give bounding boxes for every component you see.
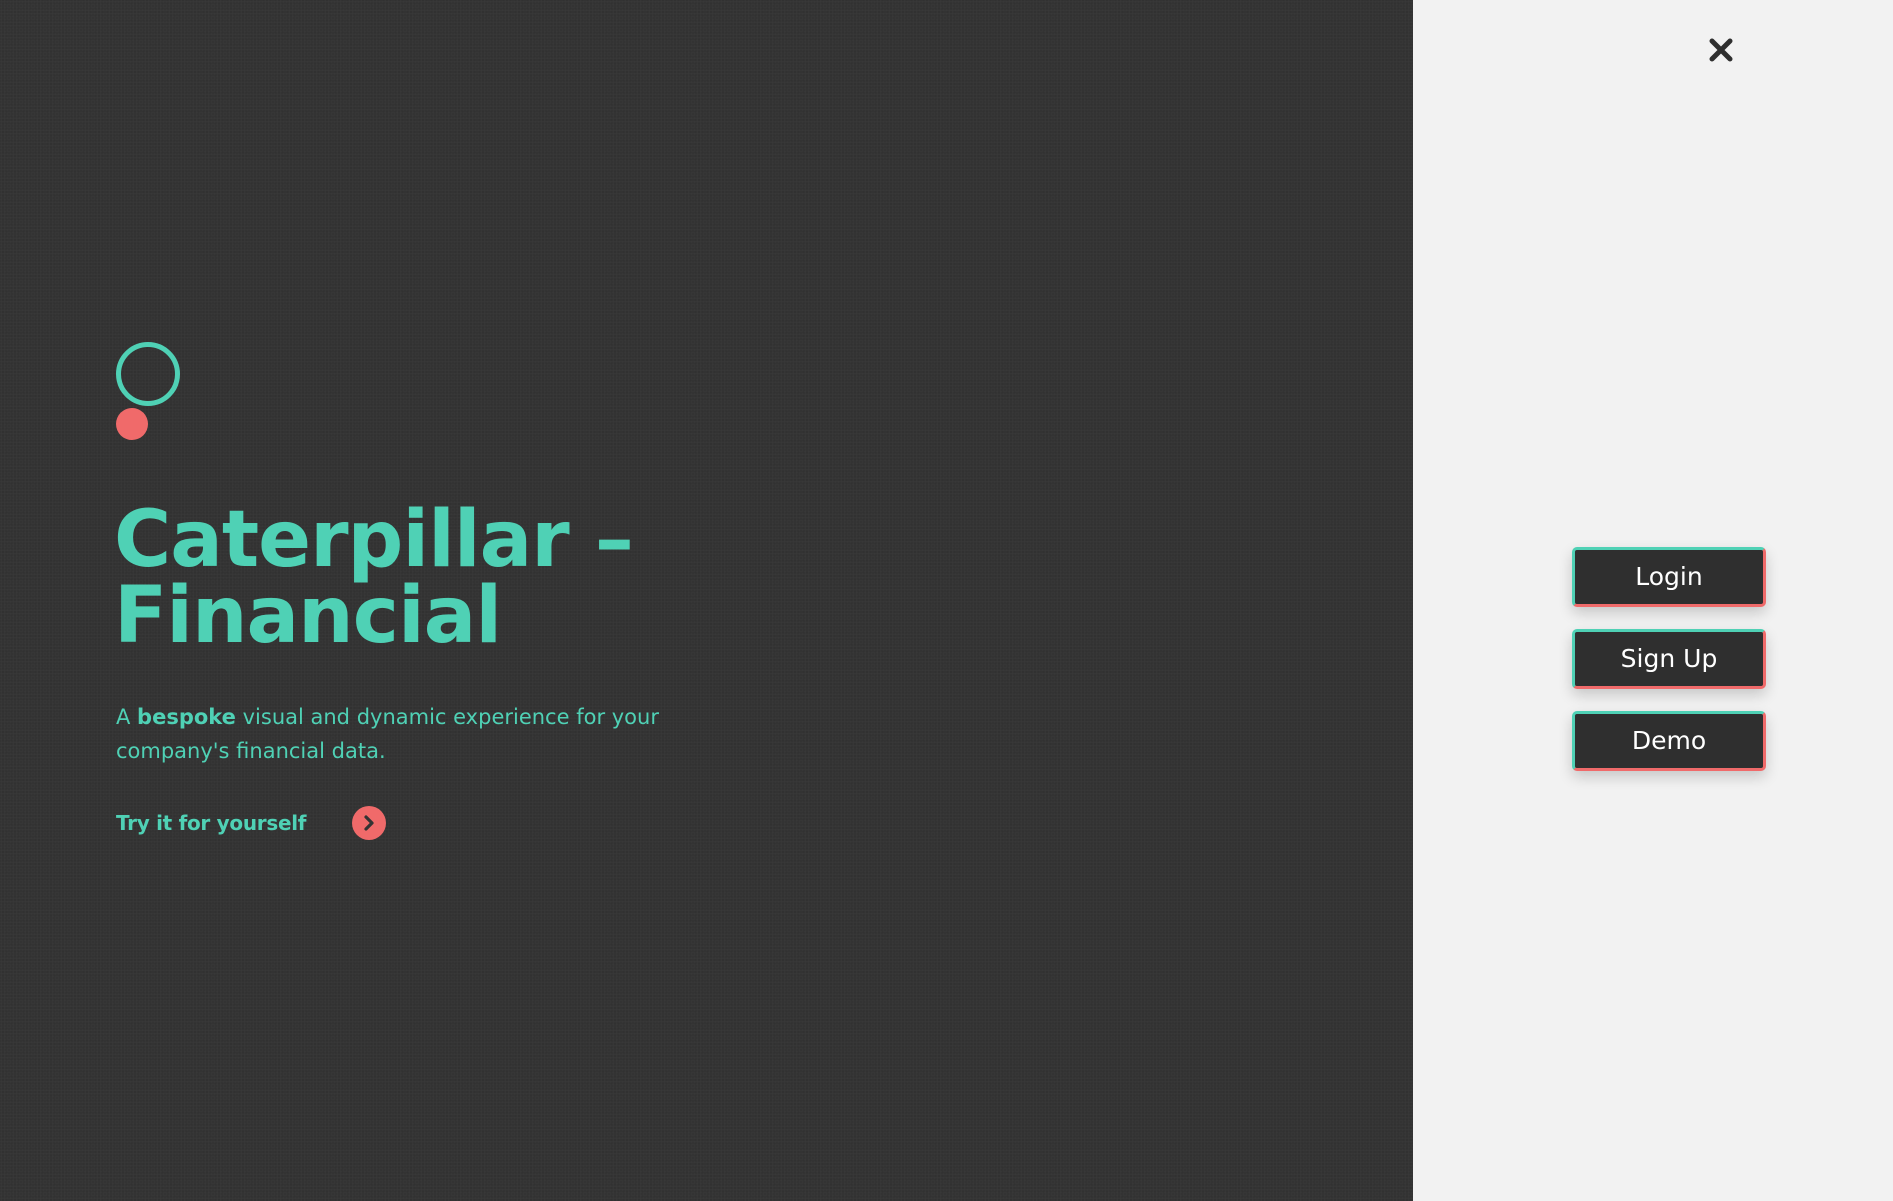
hero-subtitle-prefix: A [116, 705, 138, 729]
close-icon[interactable] [1708, 37, 1734, 63]
logo [116, 342, 182, 442]
side-menu-panel: Login Sign Up Demo [1413, 0, 1893, 1201]
logo-ring-icon [116, 342, 180, 406]
hero-title-line-2: Financial [114, 571, 502, 661]
sign-up-button[interactable]: Sign Up [1572, 629, 1766, 689]
logo-dot-icon [116, 408, 148, 440]
chevron-right-circle-icon[interactable] [352, 806, 387, 840]
demo-button[interactable]: Demo [1572, 711, 1766, 771]
try-it-link[interactable]: Try it for yourself [116, 806, 387, 840]
hero-subtitle-bold: bespoke [137, 705, 236, 729]
hero-title: Caterpillar – Financial [114, 501, 814, 655]
close-button[interactable] [1701, 30, 1741, 70]
hero-subtitle: A bespoke visual and dynamic experience … [116, 700, 676, 768]
try-it-label[interactable]: Try it for yourself [116, 811, 306, 835]
page: Caterpillar – Financial A bespoke visual… [0, 0, 1893, 1201]
chevron-right-icon [364, 815, 374, 831]
login-button[interactable]: Login [1572, 547, 1766, 607]
hero-section: Caterpillar – Financial A bespoke visual… [0, 0, 1413, 1201]
auth-menu: Login Sign Up Demo [1572, 547, 1766, 793]
